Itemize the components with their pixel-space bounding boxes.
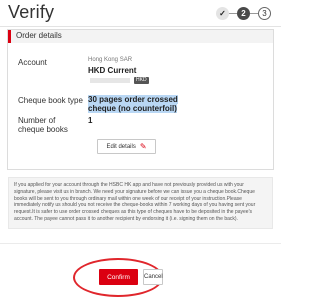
cheque-count-label: Number of cheque books [18,116,68,134]
cheque-type-label: Cheque book type [18,96,83,105]
panel-heading: Order details [8,30,273,43]
cheque-type-text: 30 pages order crossed cheque (no counte… [88,95,178,113]
account-number-row: HKD [88,76,149,85]
page-title: Verify [8,2,55,22]
cheque-info-notice: If you applied for your account through … [8,177,273,229]
cancel-button[interactable]: Cancel [143,269,163,285]
step-2-current: 2 [237,6,250,20]
account-region: Hong Kong SAR [88,57,133,63]
cheque-type-value: 30 pages order crossed cheque (no counte… [88,95,188,113]
masked-account-number [90,78,130,84]
confirm-button[interactable]: Confirm [99,269,138,285]
panel-heading-text: Order details [16,31,62,40]
pencil-icon: ✎ [139,141,147,151]
step-3-pending: 3 [258,6,271,20]
account-value: Hong Kong SAR HKD Current HKD [88,56,149,85]
step-connector [229,12,237,14]
edit-details-button[interactable]: Edit details ✎ [97,139,156,154]
accent-bar [8,30,11,43]
step-indicator: ✓ 2 3 [216,6,271,20]
step-connector [250,12,258,14]
account-label: Account [18,58,47,67]
account-name: HKD Current [88,66,137,75]
step-1-complete-icon: ✓ [216,6,229,20]
footer-divider [0,243,281,244]
header-divider [0,26,281,27]
currency-badge: HKD [134,77,149,85]
edit-details-label: Edit details [106,143,136,150]
cheque-count-value: 1 [88,116,93,125]
